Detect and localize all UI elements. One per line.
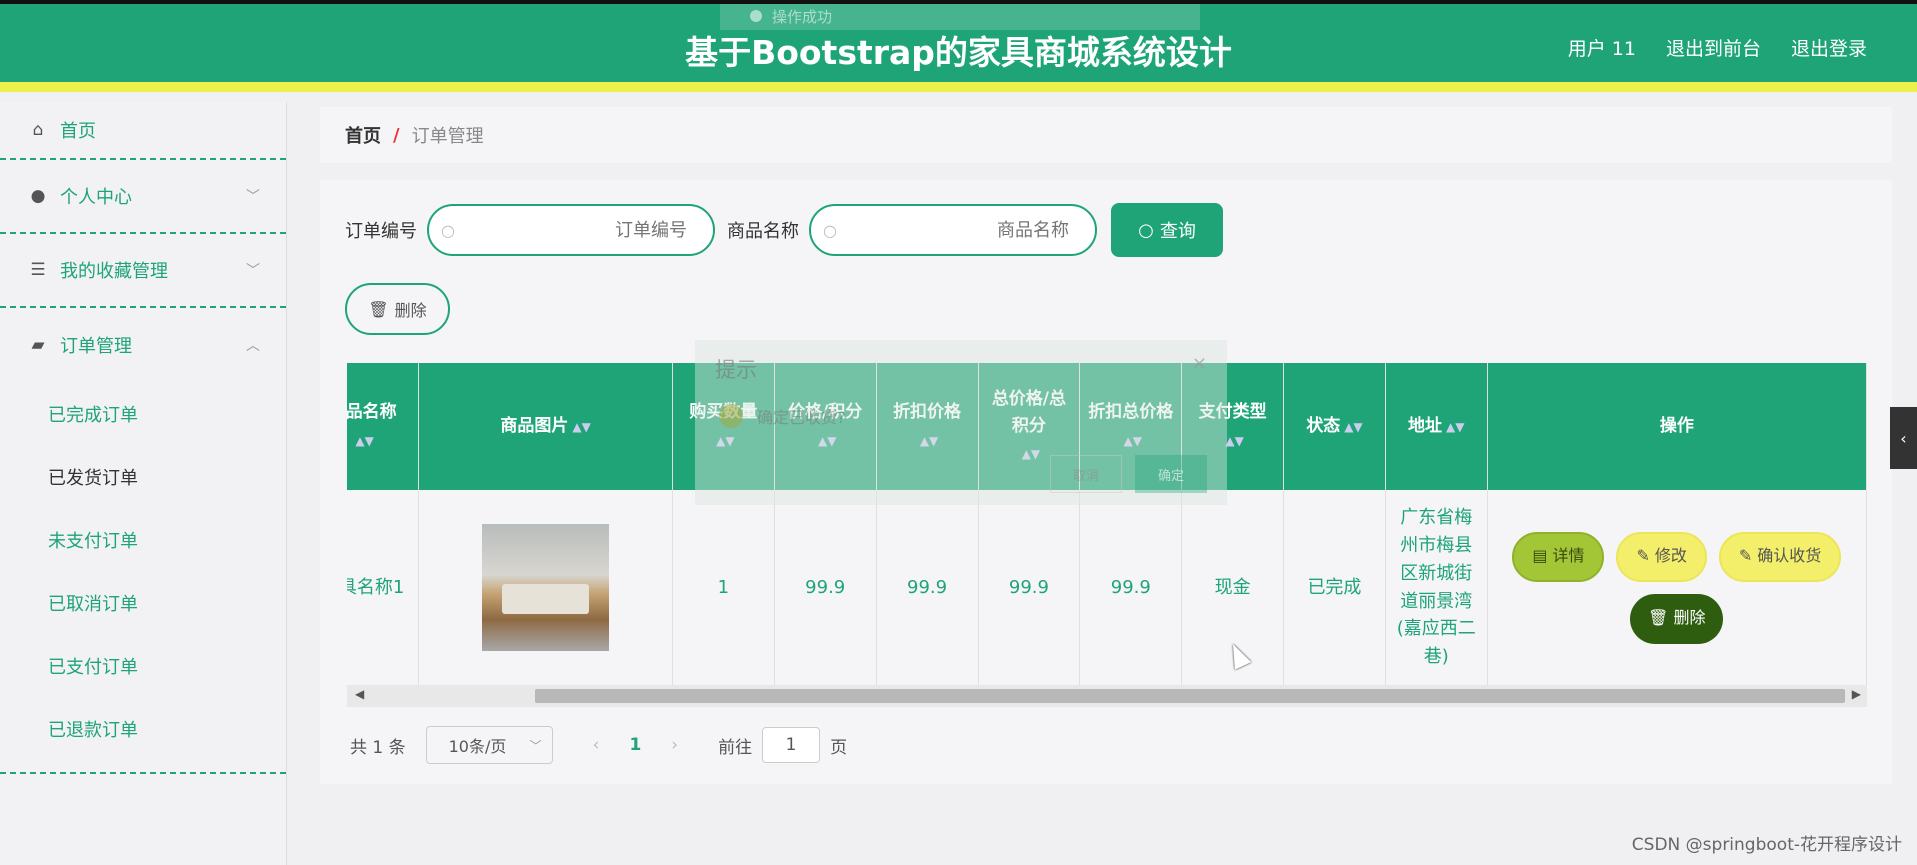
cell-discount-total: 99.9 xyxy=(1079,490,1183,685)
sidebar: ⌂ 首页 ● 个人中心 ﹀ ☰ 我的收藏管理 ﹀ ▰ 订单管理 ︿ 已完成订单 … xyxy=(0,102,287,865)
column-header[interactable]: 商品图片 ▲▼ xyxy=(418,363,673,490)
next-page-icon[interactable]: › xyxy=(671,735,678,755)
column-header[interactable]: 地址 ▲▼ xyxy=(1385,363,1488,490)
order-number-field: ○ xyxy=(427,204,715,256)
cell-total-price: 99.9 xyxy=(978,490,1081,685)
sidebar-item-home[interactable]: ⌂ 首页 xyxy=(0,102,286,160)
dialog-title: 提示 xyxy=(715,358,757,382)
sidebar-item-cancelled-orders[interactable]: 已取消订单 xyxy=(0,571,286,634)
cell-quantity: 1 xyxy=(672,490,775,685)
detail-button[interactable]: ▤ 详情 xyxy=(1512,531,1605,582)
search-icon: ○ xyxy=(1138,219,1154,241)
close-icon[interactable]: ✕ xyxy=(1192,354,1207,375)
scrollbar-thumb[interactable] xyxy=(535,689,1845,703)
sidebar-item-label: 首页 xyxy=(60,121,96,142)
pagination: 共 1 条 10条/页 ﹀ ‹ 1 › 前往 1 页 xyxy=(350,726,847,764)
search-row: 订单编号 ○ 商品名称 ○ ○ 查询 xyxy=(345,203,1223,257)
product-name-field: ○ xyxy=(809,204,1097,256)
cell-status: 已完成 xyxy=(1283,490,1386,685)
toast-text: 操作成功 xyxy=(772,8,833,26)
cell-product-name: 家具名称1 xyxy=(347,490,420,685)
page-unit-label: 页 xyxy=(830,737,848,758)
home-icon: ⌂ xyxy=(32,120,44,140)
action-buttons: ▤ 详情 ✎ 修改 ✎ 确认收货 🗑 删除 xyxy=(1494,531,1860,644)
sidebar-item-orders[interactable]: ▰ 订单管理 ︿ xyxy=(0,308,286,382)
briefcase-icon: ▰ xyxy=(31,335,45,355)
product-name-label: 商品名称 xyxy=(727,221,799,242)
sidebar-item-unpaid-orders[interactable]: 未支付订单 xyxy=(0,508,286,571)
goto-page-input[interactable]: 1 xyxy=(762,727,821,763)
breadcrumb: 首页 / 订单管理 xyxy=(320,107,1892,163)
table-row: 家具名称1 1 99.9 99.9 99.9 99.9 现金 已完成 广东省梅州… xyxy=(347,490,1867,685)
sidebar-item-shipped-orders[interactable]: 已发货订单 xyxy=(0,445,286,508)
query-button[interactable]: ○ 查询 xyxy=(1111,203,1223,257)
cell-address: 广东省梅州市梅县区新城街道丽景湾(嘉应西二巷) xyxy=(1385,490,1488,685)
total-count: 共 1 条 xyxy=(350,737,406,758)
dialog-ok-button[interactable]: 确定 xyxy=(1135,455,1207,493)
watermark: CSDN @springboot-花开程序设计 xyxy=(1631,835,1902,855)
scroll-right-arrow-icon[interactable]: ▶ xyxy=(1852,687,1861,701)
cell-product-image xyxy=(418,490,673,685)
edit-button[interactable]: ✎ 修改 xyxy=(1616,531,1707,582)
chevron-down-icon: ﹀ xyxy=(246,263,260,279)
document-icon: ▤ xyxy=(1532,546,1548,566)
trash-icon: 🗑 xyxy=(368,299,389,319)
horizontal-scrollbar[interactable]: ◀ ▶ xyxy=(347,685,1867,707)
order-number-label: 订单编号 xyxy=(345,221,417,242)
current-page[interactable]: 1 xyxy=(629,735,641,755)
sidebar-item-refunded-orders[interactable]: 已退款订单 xyxy=(0,697,286,760)
cell-discount-price: 99.9 xyxy=(876,490,979,685)
product-name-input[interactable] xyxy=(836,219,1089,241)
orders-submenu: 已完成订单 已发货订单 未支付订单 已取消订单 已支付订单 已退款订单 xyxy=(0,382,286,774)
cell-price: 99.9 xyxy=(774,490,877,685)
column-header[interactable]: 状态 ▲▼ xyxy=(1283,363,1386,490)
sidebar-item-label: 个人中心 xyxy=(60,187,132,208)
order-number-input[interactable] xyxy=(454,219,707,241)
dialog-message: 确定已收货? xyxy=(719,404,846,428)
breadcrumb-home[interactable]: 首页 xyxy=(345,122,381,148)
list-icon: ☰ xyxy=(30,260,46,280)
scroll-left-arrow-icon[interactable]: ◀ xyxy=(355,687,364,701)
user-icon: ● xyxy=(30,186,46,206)
chevron-left-icon: ‹ xyxy=(1900,428,1907,448)
prev-page-icon[interactable]: ‹ xyxy=(593,735,600,755)
goto-label: 前往 xyxy=(718,737,753,758)
success-icon xyxy=(750,10,762,22)
sidebar-item-personal-center[interactable]: ● 个人中心 ﹀ xyxy=(0,160,286,234)
header-nav: 用户 11 退出到前台 退出登录 xyxy=(1568,34,1867,61)
sidebar-item-label: 订单管理 xyxy=(60,336,132,357)
batch-delete-button[interactable]: 🗑 删除 xyxy=(345,283,450,335)
column-header: 操作 xyxy=(1487,363,1867,490)
search-icon: ○ xyxy=(823,220,837,240)
breadcrumb-separator: / xyxy=(393,124,400,146)
confirm-dialog: 提示 ✕ 确定已收货? 取消 确定 xyxy=(695,340,1227,505)
user-link[interactable]: 用户 11 xyxy=(1568,34,1636,61)
sidebar-item-paid-orders[interactable]: 已支付订单 xyxy=(0,634,286,697)
chevron-down-icon: ﹀ xyxy=(246,189,260,205)
breadcrumb-current: 订单管理 xyxy=(411,126,484,147)
sidebar-item-label: 我的收藏管理 xyxy=(60,261,168,282)
chevron-up-icon: ︿ xyxy=(246,338,260,354)
cell-actions: ▤ 详情 ✎ 修改 ✎ 确认收货 🗑 删除 xyxy=(1487,490,1867,685)
page-size-select[interactable]: 10条/页 ﹀ xyxy=(425,726,553,764)
sidebar-item-favorites[interactable]: ☰ 我的收藏管理 ﹀ xyxy=(0,234,286,308)
chevron-down-icon: ﹀ xyxy=(529,738,542,753)
confirm-receipt-button[interactable]: ✎ 确认收货 xyxy=(1718,531,1842,582)
dialog-cancel-button[interactable]: 取消 xyxy=(1050,455,1122,493)
search-icon: ○ xyxy=(441,220,455,240)
column-header[interactable]: 商品名称▲▼ xyxy=(347,363,420,490)
side-collapse-tab[interactable]: ‹ xyxy=(1890,407,1917,469)
trash-icon: 🗑 xyxy=(1648,608,1669,628)
pencil-icon: ✎ xyxy=(1636,546,1650,566)
sidebar-item-completed-orders[interactable]: 已完成订单 xyxy=(0,382,286,445)
top-header: 操作成功 基于Bootstrap的家具商城系统设计 用户 11 退出到前台 退出… xyxy=(0,0,1917,92)
back-to-front-link[interactable]: 退出到前台 xyxy=(1666,34,1761,61)
product-image[interactable] xyxy=(482,524,610,651)
row-delete-button[interactable]: 🗑 删除 xyxy=(1630,593,1724,644)
batch-delete-label: 删除 xyxy=(394,301,427,320)
logout-link[interactable]: 退出登录 xyxy=(1791,34,1867,61)
pencil-icon: ✎ xyxy=(1738,546,1753,566)
warning-icon xyxy=(719,404,743,428)
query-button-label: 查询 xyxy=(1159,221,1196,242)
